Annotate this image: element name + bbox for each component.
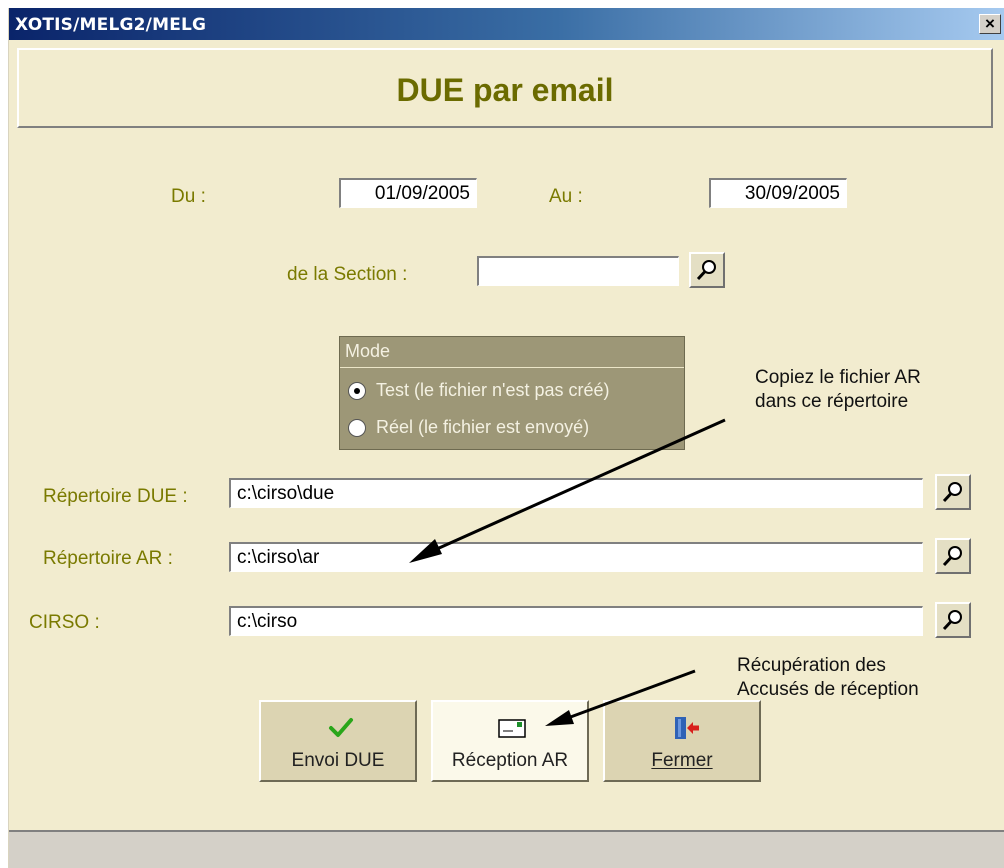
- fermer-label: Fermer: [651, 750, 713, 771]
- mode-test-label[interactable]: Test (le fichier n'est pas créé): [376, 380, 610, 401]
- du-date-input[interactable]: 01/09/2005: [339, 178, 477, 208]
- reception-ar-button[interactable]: Réception AR: [431, 700, 589, 782]
- du-label: Du :: [171, 186, 206, 207]
- magnifier-icon: [942, 482, 962, 503]
- au-date-input[interactable]: 30/09/2005: [709, 178, 847, 208]
- mode-reel-label[interactable]: Réel (le fichier est envoyé): [376, 417, 589, 438]
- section-search-button[interactable]: [689, 252, 725, 288]
- page-title: DUE par email: [396, 72, 614, 108]
- mode-reel-radio[interactable]: [348, 419, 366, 437]
- annotation-copy-line2: dans ce répertoire: [755, 391, 909, 412]
- due-dir-browse-button[interactable]: [935, 474, 971, 510]
- magnifier-icon: [942, 546, 962, 567]
- door-exit-icon: [605, 716, 759, 740]
- annotation-recup-line2: Accusés de réception: [737, 679, 919, 700]
- check-icon: [261, 716, 415, 740]
- annotation-copy: Copiez le fichier AR dans ce répertoire: [755, 366, 921, 414]
- ar-dir-input[interactable]: c:\cirso\ar: [229, 542, 923, 572]
- envoi-due-button[interactable]: Envoi DUE: [259, 700, 417, 782]
- envoi-due-label: Envoi DUE: [291, 750, 385, 771]
- section-label: de la Section :: [287, 264, 408, 285]
- radio-selected-dot: [354, 388, 360, 394]
- annotation-recup: Récupération des Accusés de réception: [737, 654, 919, 702]
- au-label: Au :: [549, 186, 583, 207]
- annotation-copy-line1: Copiez le fichier AR: [755, 367, 921, 388]
- mode-groupbox: Mode Test (le fichier n'est pas créé) Ré…: [339, 336, 685, 450]
- mode-title: Mode: [345, 341, 391, 361]
- cirso-dir-input[interactable]: c:\cirso: [229, 606, 923, 636]
- close-button[interactable]: ×: [979, 14, 1001, 34]
- header-banner: DUE par email: [17, 48, 993, 128]
- section-input[interactable]: [477, 256, 679, 286]
- magnifier-icon: [942, 610, 962, 631]
- annotation-recup-line1: Récupération des: [737, 655, 886, 676]
- due-dir-input[interactable]: c:\cirso\due: [229, 478, 923, 508]
- mode-test-radio[interactable]: [348, 382, 366, 400]
- ar-dir-label: Répertoire AR :: [43, 548, 173, 569]
- title-bar[interactable]: XOTIS/MELG2/MELG ×: [9, 8, 1004, 40]
- cirso-dir-browse-button[interactable]: [935, 602, 971, 638]
- due-dir-label: Répertoire DUE :: [43, 486, 188, 507]
- magnifier-icon: [696, 260, 716, 281]
- ar-dir-browse-button[interactable]: [935, 538, 971, 574]
- reception-ar-label: Réception AR: [451, 750, 569, 771]
- window-title: XOTIS/MELG2/MELG: [15, 15, 207, 35]
- mode-divider: [340, 367, 684, 368]
- envelope-icon: [433, 716, 587, 740]
- status-bar: [9, 830, 1004, 868]
- dialog-window: XOTIS/MELG2/MELG × DUE par email Du : 01…: [8, 8, 1004, 868]
- fermer-button[interactable]: Fermer: [603, 700, 761, 782]
- cirso-label: CIRSO :: [29, 612, 100, 633]
